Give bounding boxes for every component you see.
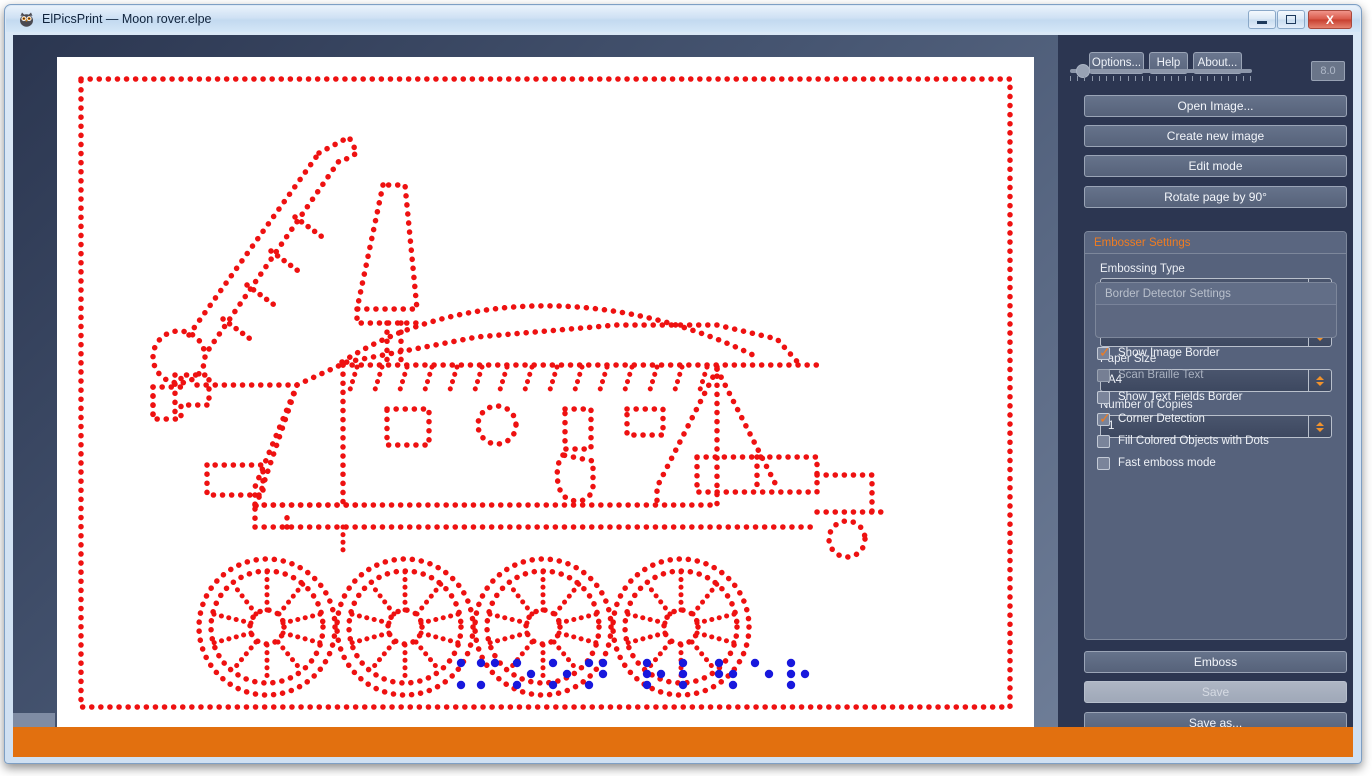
- checkbox-corner-detection[interactable]: ✓ Corner Detection: [1097, 411, 1205, 427]
- chevron-updown-icon[interactable]: [1308, 416, 1331, 437]
- maximize-button[interactable]: [1277, 10, 1305, 29]
- checkbox-icon[interactable]: [1097, 434, 1110, 448]
- checkbox-icon[interactable]: [1097, 456, 1110, 470]
- checkbox-label: Scan Braille Text: [1118, 369, 1204, 381]
- drawing-page[interactable]: .d { fill:none; stroke:#ee1111; stroke-w…: [57, 57, 1034, 733]
- save-button: Save: [1084, 681, 1347, 703]
- owl-icon: [18, 11, 35, 28]
- checkbox-label: Show Image Border: [1118, 347, 1220, 359]
- create-new-image-button[interactable]: Create new image: [1084, 125, 1347, 147]
- checkbox-label: Show Text Fields Border: [1118, 391, 1243, 403]
- border-detector-slider-track[interactable]: [1070, 69, 1252, 73]
- edit-mode-label: Edit mode: [1188, 159, 1243, 173]
- checkbox-scan-braille-text[interactable]: Scan Braille Text: [1097, 367, 1203, 383]
- open-image-label: Open Image...: [1177, 99, 1254, 113]
- checkbox-icon[interactable]: ✓: [1097, 345, 1111, 360]
- embossing-type-label: Embossing Type: [1100, 263, 1185, 275]
- close-button[interactable]: X: [1308, 10, 1352, 29]
- footer-notch: [13, 713, 55, 727]
- minimize-button[interactable]: [1248, 10, 1276, 29]
- checkbox-icon[interactable]: [1097, 390, 1110, 404]
- emboss-label: Emboss: [1193, 655, 1238, 669]
- checkbox-fill-colored-objects[interactable]: Fill Colored Objects with Dots: [1097, 433, 1269, 449]
- open-image-button[interactable]: Open Image...: [1084, 95, 1347, 117]
- checkbox-icon[interactable]: ✓: [1097, 411, 1111, 426]
- checkbox-show-text-fields-border[interactable]: Show Text Fields Border: [1097, 389, 1242, 405]
- border-detector-group: Border Detector Settings: [1095, 282, 1337, 338]
- slider-ticks: [1070, 76, 1252, 82]
- checkbox-fast-emboss-mode[interactable]: Fast emboss mode: [1097, 455, 1216, 471]
- checkbox-show-image-border[interactable]: ✓ Show Image Border: [1097, 345, 1220, 361]
- about-label: About...: [1197, 57, 1238, 69]
- save-label: Save: [1201, 685, 1230, 699]
- settings-panel: Options... Help About... Open Image... C…: [1058, 35, 1353, 757]
- rotate-page-button[interactable]: Rotate page by 90°: [1084, 186, 1347, 208]
- edit-mode-button[interactable]: Edit mode: [1084, 155, 1347, 177]
- help-label: Help: [1156, 57, 1181, 69]
- footer-bar: [13, 727, 1353, 757]
- rover-dot-artwork: .d { fill:none; stroke:#ee1111; stroke-w…: [78, 76, 1013, 710]
- checkbox-icon[interactable]: [1097, 368, 1110, 382]
- create-new-image-label: Create new image: [1166, 129, 1265, 143]
- braille-caption: [456, 658, 810, 690]
- border-detector-value: 8.0: [1311, 61, 1345, 81]
- minimize-icon: [1249, 11, 1275, 28]
- chevron-updown-icon[interactable]: [1308, 370, 1331, 391]
- close-icon: X: [1325, 12, 1334, 27]
- window-title: ElPicsPrint — Moon rover.elpe: [42, 12, 212, 26]
- checkbox-label: Fast emboss mode: [1118, 457, 1216, 469]
- embosser-settings-title: Embosser Settings: [1085, 232, 1346, 254]
- emboss-button[interactable]: Emboss: [1084, 651, 1347, 673]
- maximize-icon: [1278, 11, 1304, 28]
- rotate-page-label: Rotate page by 90°: [1164, 190, 1267, 204]
- application-window: ElPicsPrint — Moon rover.elpe X .d { fil…: [4, 4, 1362, 764]
- checkbox-label: Corner Detection: [1118, 413, 1205, 425]
- title-bar: ElPicsPrint — Moon rover.elpe X: [6, 6, 1360, 32]
- border-detector-title: Border Detector Settings: [1096, 283, 1336, 305]
- options-label: Options...: [1091, 57, 1142, 69]
- checkbox-label: Fill Colored Objects with Dots: [1118, 435, 1269, 447]
- client-area: .d { fill:none; stroke:#ee1111; stroke-w…: [13, 35, 1353, 757]
